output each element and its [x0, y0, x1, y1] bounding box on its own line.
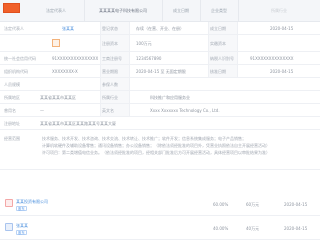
english-name-value: Xxxx Xxxxxxx Technology Co., Ltd. — [150, 108, 220, 113]
title-bar: 法定代表人 某某某某电子科技有限公司 成立日期 企业类型 所属行业 — [0, 0, 320, 22]
shareholder-name[interactable]: 某某投资有限公司 — [16, 199, 56, 204]
title-establish-label: 成立日期 — [173, 8, 189, 13]
row-label: 纳税人识别号 — [210, 56, 234, 61]
row-label: 核准日期 — [210, 69, 226, 74]
row-label: 英文名 — [102, 108, 114, 113]
share-date: 2020-04-15 — [284, 202, 308, 207]
company-name[interactable]: 某某某某电子科技有限公司 — [84, 0, 162, 22]
taxpayer-id-value: 91XXXXXXXXXXXXXX — [250, 56, 294, 61]
share-date: 2020-04-15 — [284, 226, 308, 231]
row-label: 统一社会信用代码 — [4, 56, 36, 61]
row-label: 所属行业 — [102, 95, 118, 100]
share-percent: 60.00% — [213, 202, 229, 207]
region-value: 某某省某某市某某区 — [40, 95, 76, 100]
capital-value: 100万元 — [136, 41, 152, 46]
row-label: 成立日期 — [210, 26, 226, 31]
approve-date-value: 2020-04-15 — [270, 69, 294, 74]
logo-badge — [3, 3, 20, 13]
scope-line: 计算机软硬件及辅助设备零售；通讯设备销售；办公设备销售；（除依法须经批准的项目外… — [42, 143, 270, 148]
term-value: 2020-04-15 至 无固定期限 — [136, 69, 186, 74]
row-label: 人员规模 — [4, 82, 20, 87]
info-row: 曾用名 — 英文名 Xxxx Xxxxxxx Technology Co., L… — [0, 104, 320, 117]
row-label: 实缴资本 — [210, 41, 226, 46]
share-amount: 60万元 — [246, 202, 260, 207]
credit-code-value: 91XXXXXXXXXXXXXXXX — [52, 56, 98, 61]
row-label: 注册资本 — [102, 41, 118, 46]
info-row: 注册资本 100万元 实缴资本 — [0, 35, 320, 52]
list-item[interactable]: 张某某 股东 40.00% 40万元 2020-04-15 — [0, 220, 320, 240]
title-type-label: 企业类型 — [211, 8, 227, 13]
row-label: 曾用名 — [4, 108, 16, 113]
row-label: 所属地区 — [4, 95, 20, 100]
info-row: 统一社会信用代码 91XXXXXXXXXXXXXXXX 工商注册号 123456… — [0, 52, 320, 65]
row-label: 参保人数 — [102, 82, 118, 87]
list-item[interactable]: 某某投资有限公司 股东 60.00% 60万元 2020-04-15 — [0, 196, 320, 216]
info-row: 组织机构代码 XXXXXXXX-X 营业期限 2020-04-15 至 无固定期… — [0, 65, 320, 78]
address-value: 某某省某某市某某区某某路某某号某某大厦 — [40, 121, 116, 126]
scope-line: 技术服务、技术开发、技术咨询、技术交流、技术转让、技术推广；软件开发；信息系统集… — [42, 136, 246, 141]
info-row: 注册地址 某某省某某市某某区某某路某某号某某大厦 — [0, 117, 320, 130]
share-percent: 40.00% — [213, 226, 229, 231]
scope-line: 许可项目：第二类增值电信业务。（依法须经批准的项目，经相关部门批准后方可开展经营… — [42, 150, 270, 155]
avatar — [52, 39, 60, 47]
row-label: 法定代表人 — [4, 26, 24, 31]
row-label: 组织机构代码 — [4, 69, 28, 74]
date-value: 2020-04-15 — [270, 26, 294, 31]
row-label: 登记状态 — [102, 26, 118, 31]
title-industry-label: 所属行业 — [271, 8, 287, 13]
person-avatar — [5, 223, 13, 231]
row-label: 注册地址 — [4, 121, 20, 126]
share-amount: 40万元 — [246, 226, 260, 231]
row-label: 工商注册号 — [102, 56, 122, 61]
shareholder-tag: 股东 — [16, 206, 27, 211]
company-logo — [5, 199, 13, 207]
org-code-value: XXXXXXXX-X — [52, 69, 78, 74]
shareholder-tag: 股东 — [16, 230, 27, 235]
business-scope: 经营范围 技术服务、技术开发、技术咨询、技术交流、技术转让、技术推广；软件开发；… — [0, 130, 320, 170]
former-name-value: — — [40, 108, 44, 113]
row-label: 营业期限 — [102, 69, 118, 74]
info-row: 法定代表人 张某某 登记状态 存续（在营、开业、在册） 成立日期 2020-04… — [0, 22, 320, 35]
scope-label: 经营范围 — [4, 136, 20, 141]
status-value: 存续（在营、开业、在册） — [136, 26, 184, 31]
info-row: 所属地区 某某省某某市某某区 所属行业 科技推广和应用服务业 — [0, 91, 320, 104]
reg-no-value: 1234567890 — [136, 56, 162, 61]
info-row: 人员规模 参保人数 — [0, 78, 320, 91]
industry-value: 科技推广和应用服务业 — [150, 95, 190, 100]
legal-rep-link[interactable]: 张某某 — [62, 26, 98, 31]
shareholder-name[interactable]: 张某某 — [16, 223, 56, 228]
title-legal-rep-label: 法定代表人 — [46, 8, 66, 13]
